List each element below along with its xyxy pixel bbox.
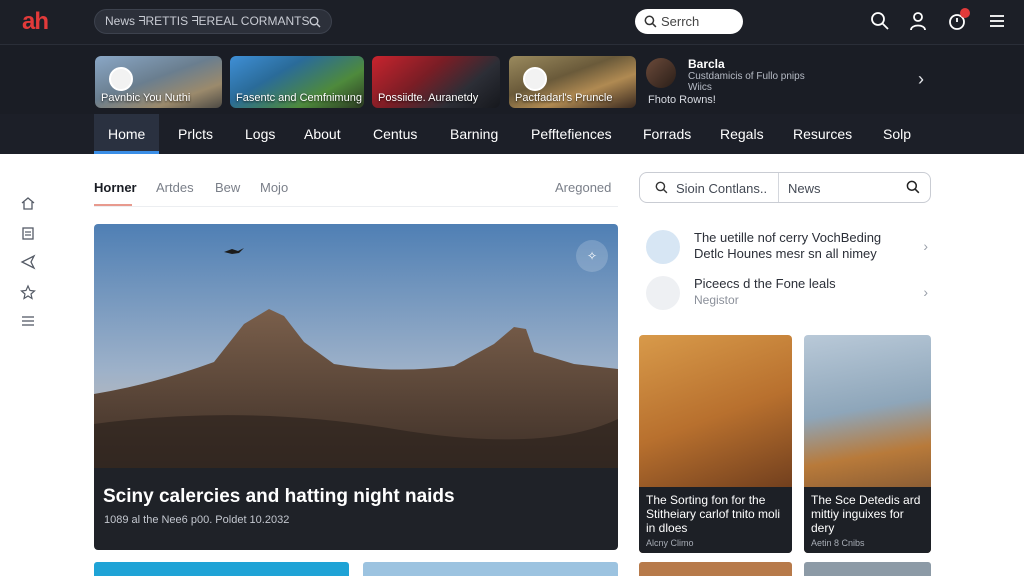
nav-item-forrads[interactable]: Forrads [643,114,691,154]
card-caption: The Sce Detedis ard mittiy inguixes for … [804,487,931,553]
search-input[interactable]: Serrch [635,9,743,34]
avatar [109,67,133,91]
story-card[interactable]: Pavnbic You Nuthi [95,56,222,108]
home-icon[interactable] [20,195,36,211]
subtab-articles[interactable]: Artdes [156,180,194,195]
news-search-box[interactable]: News ᖷRETTIS ᖷEREAL CORMANTS [94,9,332,34]
list-item-title-text: Piceecs d the Fone leals [694,276,836,291]
divider [94,206,618,207]
story-label: Pavnbic You Nuthi [101,92,191,104]
story-description: Custdamicis of Fullo pnips Wiics [688,71,805,93]
list-item-title: The uetille nof cerry VochBeding Detlc H… [694,230,882,261]
hero-meta: 1089 al the Nee6 p00. Poldet 10.2032 [104,514,290,526]
article-tile[interactable] [94,562,349,576]
article-tile[interactable] [363,562,618,576]
article-card[interactable]: The Sorting fon for the Stitheiary carlo… [639,335,792,553]
subtab-bew[interactable]: Bew [215,180,240,195]
story-label: Possiidte. Auranetdy [378,92,479,104]
side-search-input[interactable]: Sioin Contlans.. News [639,172,931,203]
search-placeholder: Serrch [661,14,700,29]
story-card[interactable]: Possiidte. Auranetdy [372,56,500,108]
subtab-sort[interactable]: Aregoned [555,180,611,195]
nav-item-home[interactable]: Home [94,114,160,154]
hero-article[interactable]: ✧ Sciny calercies and hatting night naid… [94,224,618,550]
nav-item-resources[interactable]: Resurces [793,114,852,154]
news-search-text: News ᖷRETTIS ᖷEREAL CORMANTS [105,14,310,28]
card-caption: The Sorting fon for the Stitheiary carlo… [639,487,792,553]
chevron-right-icon[interactable]: › [918,69,924,90]
hero-title[interactable]: Sciny calercies and hatting night naids [103,486,455,508]
search-icon[interactable] [309,16,321,28]
search-icon[interactable] [870,11,890,31]
nav-item-about[interactable]: About [304,114,341,154]
subtab-mojo[interactable]: Mojo [260,180,288,195]
search-icon [644,15,657,28]
clipboard-icon[interactable] [20,225,36,241]
search-icon[interactable] [906,180,920,194]
card-title: The Sce Detedis ard mittiy inguixes for … [811,493,921,535]
story-footer: Fhoto Rowns! [648,94,716,106]
story-label: Fasentc and Cemfnimung [236,92,362,104]
main-nav: Home Prlcts Logs About Centus Barning Pe… [0,114,1024,154]
nav-item-solp[interactable]: Solp [883,114,911,154]
hero-caption: Sciny calercies and hatting night naids … [94,468,618,550]
nav-item-logs[interactable]: Logs [245,114,275,154]
top-bar: ah News ᖷRETTIS ᖷEREAL CORMANTS Serrch [0,0,1024,44]
list-icon[interactable] [20,313,36,329]
list-item[interactable]: The uetille nof cerry VochBeding Detlc H… [646,230,932,268]
menu-icon[interactable] [987,11,1007,31]
list-item-title: Piceecs d the Fone leals Negistor [694,276,904,308]
nav-item-centus[interactable]: Centus [373,114,417,154]
subtab-home[interactable]: Horner [94,180,137,195]
story-card[interactable]: Pactfadarl's Pruncle [509,56,636,108]
story-title: Barcla [688,57,725,71]
avatar [523,67,547,91]
nav-item-preferences[interactable]: Pefftefiences [531,114,612,154]
story-label: Pactfadarl's Pruncle [515,92,613,104]
card-title: The Sorting fon for the Stitheiary carlo… [646,493,781,535]
article-tile[interactable] [804,562,931,576]
article-card[interactable]: The Sce Detedis ard mittiy inguixes for … [804,335,931,553]
side-search-placeholder: Sioin Contlans.. [676,181,768,196]
notification-badge [960,8,970,18]
nav-item-barning[interactable]: Barning [450,114,498,154]
chevron-right-icon[interactable]: › [923,238,928,254]
stories-strip: Pavnbic You Nuthi Fasentc and Cemfnimung… [0,44,1024,114]
article-tile[interactable] [639,562,792,576]
side-search-category[interactable]: News [788,181,821,196]
hero-image [94,224,618,468]
search-icon [655,181,668,194]
list-item[interactable]: Piceecs d the Fone leals Negistor › [646,276,932,314]
app-logo[interactable]: ah [22,8,49,36]
user-icon[interactable] [908,11,928,31]
send-icon[interactable] [20,254,36,270]
chevron-right-icon[interactable]: › [923,284,928,300]
story-feature[interactable]: Barcla Custdamicis of Fullo pnips Wiics … [646,56,846,108]
avatar [646,276,680,310]
story-card[interactable]: Fasentc and Cemfnimung [230,56,364,108]
card-meta: Aetin 8 Cnibs [811,538,865,548]
avatar [646,58,676,88]
star-icon[interactable] [20,284,36,300]
card-meta: Alcny Climo [646,538,694,548]
nav-item-regals[interactable]: Regals [720,114,764,154]
sparkle-icon[interactable]: ✧ [576,240,608,272]
nav-item-products[interactable]: Prlcts [178,114,213,154]
divider [778,173,779,202]
list-item-subtitle: Negistor [694,293,739,307]
avatar [646,230,680,264]
